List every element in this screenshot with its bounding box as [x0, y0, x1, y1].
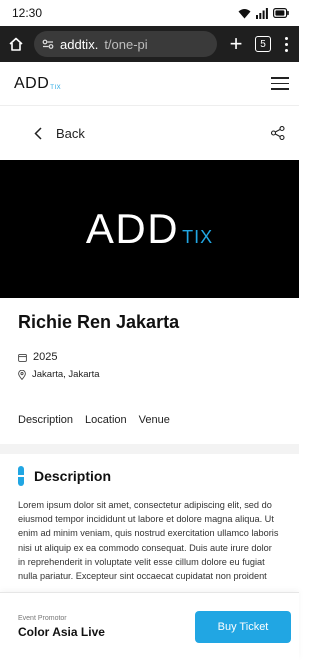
section-marker-icon	[17, 466, 25, 486]
status-bar: 12:30	[0, 0, 299, 26]
promotor-name: Color Asia Live	[18, 624, 105, 639]
location-pin-icon	[18, 369, 26, 380]
description-body: Lorem ipsum dolor sit amet, consectetur …	[18, 500, 279, 582]
banner-logo: ADD TIX	[86, 208, 213, 250]
site-settings-icon[interactable]	[42, 39, 54, 49]
section-title: Description	[34, 468, 112, 484]
site-header: ADD TIX	[0, 62, 299, 106]
event-tabs: Description Location Venue	[0, 414, 299, 426]
home-icon[interactable]	[6, 34, 26, 54]
menu-icon[interactable]	[271, 77, 289, 90]
event-date-row: 2025	[18, 351, 281, 363]
event-title: Richie Ren Jakarta	[18, 312, 180, 332]
calendar-icon	[18, 353, 27, 362]
tab-switcher-icon[interactable]: 5	[255, 36, 271, 52]
logo-main-text: ADD	[14, 74, 50, 92]
event-meta: 2025 Jakarta, Jakarta	[0, 351, 299, 380]
wifi-icon	[238, 8, 251, 18]
tab-description[interactable]: Description	[18, 414, 73, 426]
logo-sub-text: TIX	[50, 84, 62, 91]
purchase-bar: Event Promotor Color Asia Live Buy Ticke…	[0, 592, 299, 660]
site-logo[interactable]: ADD TIX	[14, 75, 61, 93]
section-divider	[0, 444, 299, 454]
new-tab-icon[interactable]: +	[225, 33, 247, 55]
back-label: Back	[56, 125, 85, 141]
event-location-row: Jakarta, Jakarta	[18, 369, 281, 380]
tab-location[interactable]: Location	[85, 414, 127, 426]
description-section-header: Description	[0, 454, 299, 486]
banner-logo-main: ADD	[85, 205, 180, 252]
tab-venue[interactable]: Venue	[139, 414, 170, 426]
promotor-label: Event Promotor	[18, 614, 67, 622]
browser-toolbar: addtix. t/one-pi + 5	[0, 26, 299, 62]
signal-icon	[256, 7, 268, 19]
event-location: Jakarta, Jakarta	[32, 369, 100, 380]
back-row: Back	[0, 106, 299, 160]
more-vert-icon[interactable]	[279, 36, 293, 52]
banner-logo-sub: TIX	[182, 227, 214, 247]
event-banner: ADD TIX	[0, 160, 299, 298]
promotor-info: Event Promotor Color Asia Live	[18, 615, 105, 639]
chevron-left-icon	[34, 126, 42, 140]
status-time: 12:30	[12, 6, 43, 20]
event-year: 2025	[33, 351, 58, 363]
share-icon[interactable]	[271, 126, 285, 140]
back-button[interactable]: Back	[34, 126, 85, 141]
status-icons	[238, 7, 289, 19]
url-path: t/one-pi	[104, 36, 148, 52]
address-bar[interactable]: addtix. t/one-pi	[34, 31, 217, 57]
buy-ticket-button[interactable]: Buy Ticket	[195, 610, 291, 643]
battery-icon	[273, 8, 289, 18]
url-host: addtix.	[60, 36, 99, 52]
